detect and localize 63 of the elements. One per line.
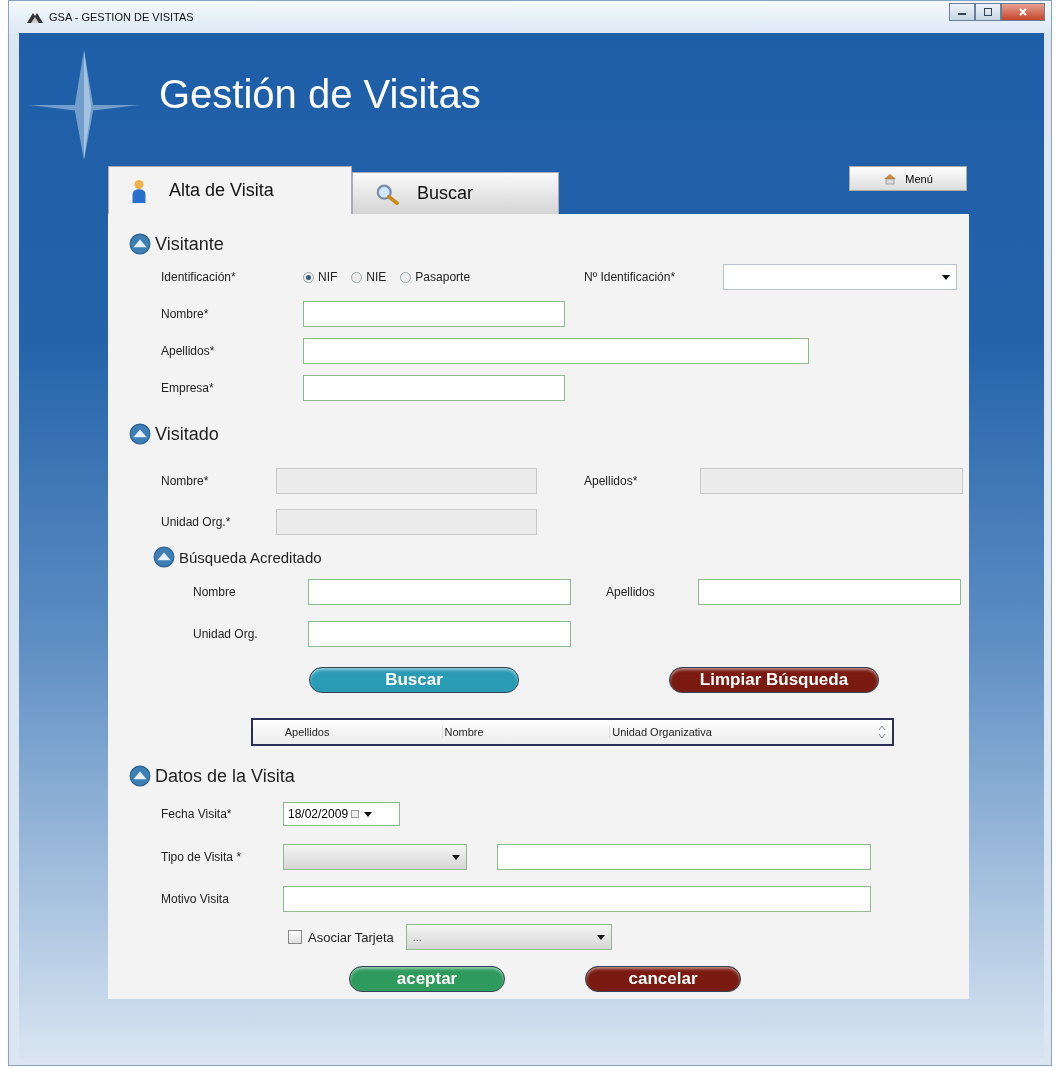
radio-option[interactable]: NIE — [351, 270, 387, 284]
tab[interactable]: Buscar — [352, 172, 559, 214]
field-label: Unidad Org. — [193, 627, 259, 641]
field-label: Nombre — [193, 585, 237, 599]
field-label: Tipo de Visita * — [161, 850, 243, 864]
text-field[interactable] — [497, 844, 871, 870]
field-label: Empresa* — [161, 381, 215, 395]
field-label: Nombre* — [161, 474, 210, 488]
menu-button[interactable]: Menú — [849, 166, 967, 191]
window-title: GSA - GESTION DE VISITAS — [49, 11, 194, 23]
date-picker[interactable]: 18/02/2009 — [283, 802, 400, 826]
maximize-button[interactable] — [975, 3, 1001, 21]
column-header[interactable]: Apellidos — [282, 726, 443, 738]
pill-button[interactable]: aceptar — [349, 966, 505, 992]
caret-icon — [942, 274, 950, 280]
section-title: Datos de la Visita — [155, 765, 295, 787]
caret-icon — [364, 811, 373, 817]
text-field[interactable] — [303, 301, 565, 327]
maximize-icon — [983, 7, 993, 17]
caret-icon — [596, 934, 605, 940]
minimize-button[interactable] — [949, 3, 975, 21]
section-title: Visitado — [155, 423, 219, 445]
dropdown[interactable] — [723, 264, 957, 290]
collapse-icon[interactable] — [153, 546, 175, 568]
dropdown[interactable]: ... — [405, 924, 612, 950]
radio-option[interactable]: NIF — [303, 270, 338, 284]
home-icon — [883, 172, 898, 185]
field-label: Apellidos — [606, 585, 656, 599]
collapse-icon[interactable] — [129, 233, 151, 255]
pill-button[interactable]: cancelar — [585, 966, 741, 992]
text-field[interactable] — [283, 886, 871, 912]
close-icon — [1018, 7, 1028, 17]
pill-button[interactable]: Limpiar Búsqueda — [669, 667, 879, 693]
section-title: Búsqueda Acreditado — [179, 548, 322, 566]
collapse-icon[interactable] — [129, 765, 151, 787]
checkbox-label: Asociar Tarjeta — [308, 929, 394, 945]
column-header[interactable]: Unidad Organizativa — [610, 726, 879, 738]
field-label: Nº Identificación* — [584, 270, 677, 284]
tab[interactable]: Alta de Visita — [108, 166, 352, 214]
dropdown[interactable] — [283, 844, 467, 870]
checkbox[interactable] — [288, 930, 302, 944]
text-field[interactable] — [303, 375, 565, 401]
field-label: Fecha Visita* — [161, 807, 233, 821]
close-button[interactable] — [1001, 3, 1045, 21]
calendar-icon — [351, 810, 360, 818]
radio-option[interactable]: Pasaporte — [400, 270, 471, 284]
section-title: Visitante — [155, 233, 224, 255]
collapse-icon[interactable] — [129, 423, 151, 445]
app-title: Gestión de Visitas — [159, 72, 481, 117]
text-field[interactable] — [308, 621, 571, 647]
caret-icon — [452, 854, 460, 860]
field-label: Identificación* — [161, 270, 237, 284]
field-label: Unidad Org.* — [161, 515, 232, 529]
field-label: Apellidos* — [161, 344, 216, 358]
app-icon — [27, 11, 43, 23]
scroll-arrows-icon[interactable] — [878, 725, 886, 739]
text-field[interactable] — [308, 579, 571, 605]
field-label: Nombre* — [161, 307, 210, 321]
text-field[interactable] — [303, 338, 809, 364]
field-label: Motivo Visita — [161, 892, 230, 906]
field-label: Apellidos* — [584, 474, 639, 488]
column-header[interactable]: Nombre — [442, 726, 611, 738]
text-field[interactable] — [698, 579, 961, 605]
